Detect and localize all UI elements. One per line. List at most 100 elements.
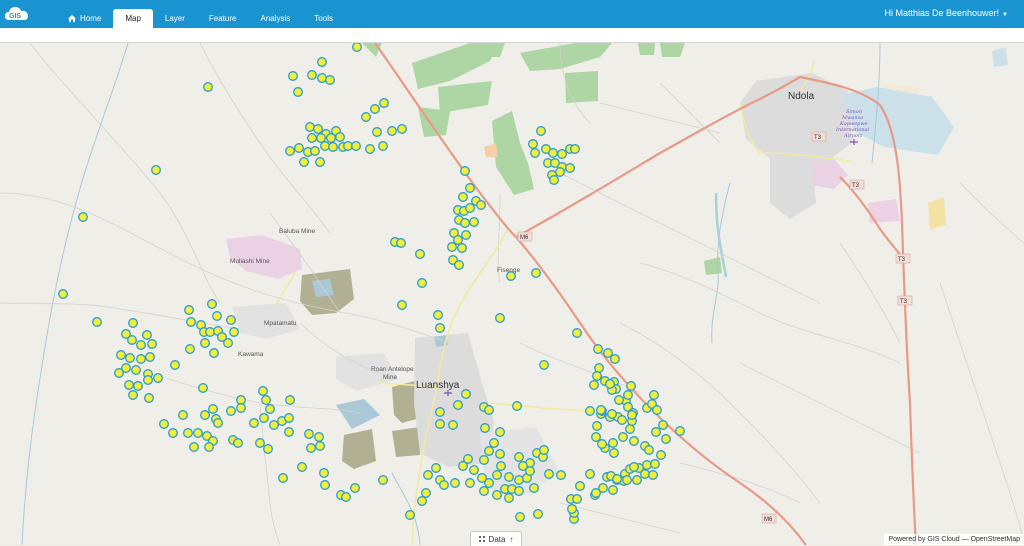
map-point-marker[interactable] bbox=[465, 203, 475, 213]
map-point-marker[interactable] bbox=[236, 403, 246, 413]
map-point-marker[interactable] bbox=[448, 420, 458, 430]
map-point-marker[interactable] bbox=[284, 427, 294, 437]
map-point-marker[interactable] bbox=[461, 230, 471, 240]
map-point-marker[interactable] bbox=[496, 461, 506, 471]
map-point-marker[interactable] bbox=[236, 395, 246, 405]
map-point-marker[interactable] bbox=[642, 460, 652, 470]
map-point-marker[interactable] bbox=[261, 395, 271, 405]
map-point-marker[interactable] bbox=[460, 166, 470, 176]
map-point-marker[interactable] bbox=[223, 338, 233, 348]
map-point-marker[interactable] bbox=[609, 448, 619, 458]
map-point-marker[interactable] bbox=[299, 157, 309, 167]
map-point-marker[interactable] bbox=[533, 509, 543, 519]
nav-map[interactable]: Map bbox=[113, 9, 153, 28]
map-point-marker[interactable] bbox=[514, 475, 524, 485]
map-point-marker[interactable] bbox=[361, 112, 371, 122]
map-point-marker[interactable] bbox=[469, 465, 479, 475]
map-point-marker[interactable] bbox=[610, 354, 620, 364]
map-point-marker[interactable] bbox=[640, 469, 650, 479]
map-point-marker[interactable] bbox=[417, 496, 427, 506]
map-point-marker[interactable] bbox=[278, 473, 288, 483]
map-point-marker[interactable] bbox=[78, 212, 88, 222]
map-point-marker[interactable] bbox=[591, 488, 601, 498]
map-point-marker[interactable] bbox=[316, 133, 326, 143]
map-point-marker[interactable] bbox=[506, 271, 516, 281]
map-point-marker[interactable] bbox=[629, 436, 639, 446]
map-point-marker[interactable] bbox=[592, 371, 602, 381]
map-point-marker[interactable] bbox=[131, 365, 141, 375]
map-point-marker[interactable] bbox=[439, 480, 449, 490]
map-point-marker[interactable] bbox=[585, 406, 595, 416]
map-point-marker[interactable] bbox=[124, 380, 134, 390]
map-point-marker[interactable] bbox=[313, 124, 323, 134]
map-point-marker[interactable] bbox=[200, 338, 210, 348]
map-point-marker[interactable] bbox=[212, 311, 222, 321]
map-point-marker[interactable] bbox=[589, 380, 599, 390]
map-point-marker[interactable] bbox=[572, 494, 582, 504]
map-point-marker[interactable] bbox=[307, 133, 317, 143]
map-point-marker[interactable] bbox=[465, 183, 475, 193]
map-point-marker[interactable] bbox=[209, 348, 219, 358]
map-point-marker[interactable] bbox=[415, 249, 425, 259]
map-point-marker[interactable] bbox=[205, 327, 215, 337]
map-point-marker[interactable] bbox=[591, 432, 601, 442]
map-point-marker[interactable] bbox=[652, 405, 662, 415]
map-point-marker[interactable] bbox=[294, 143, 304, 153]
map-point-marker[interactable] bbox=[378, 475, 388, 485]
map-point-marker[interactable] bbox=[525, 466, 535, 476]
map-point-marker[interactable] bbox=[618, 432, 628, 442]
map-point-marker[interactable] bbox=[531, 268, 541, 278]
map-point-marker[interactable] bbox=[484, 405, 494, 415]
data-panel-tab[interactable]: Data ↑ bbox=[470, 531, 522, 546]
map-point-marker[interactable] bbox=[328, 142, 338, 152]
map-point-marker[interactable] bbox=[495, 427, 505, 437]
map-point-marker[interactable] bbox=[479, 455, 489, 465]
map-point-marker[interactable] bbox=[629, 462, 639, 472]
map-point-marker[interactable] bbox=[183, 428, 193, 438]
map-point-marker[interactable] bbox=[632, 475, 642, 485]
map-point-marker[interactable] bbox=[431, 463, 441, 473]
gis-cloud-logo[interactable]: GIS bbox=[4, 3, 30, 25]
map-point-marker[interactable] bbox=[186, 317, 196, 327]
map-point-marker[interactable] bbox=[304, 429, 314, 439]
map-point-marker[interactable] bbox=[458, 192, 468, 202]
map-point-marker[interactable] bbox=[435, 407, 445, 417]
map-point-marker[interactable] bbox=[233, 438, 243, 448]
map-point-marker[interactable] bbox=[310, 146, 320, 156]
map-point-marker[interactable] bbox=[92, 317, 102, 327]
map-point-marker[interactable] bbox=[396, 238, 406, 248]
map-point-marker[interactable] bbox=[650, 459, 660, 469]
map-point-marker[interactable] bbox=[594, 363, 604, 373]
map-point-marker[interactable] bbox=[136, 354, 146, 364]
map-point-marker[interactable] bbox=[184, 305, 194, 315]
map-point-marker[interactable] bbox=[193, 428, 203, 438]
map-point-marker[interactable] bbox=[317, 57, 327, 67]
map-point-marker[interactable] bbox=[365, 144, 375, 154]
map-point-marker[interactable] bbox=[259, 413, 269, 423]
map-point-marker[interactable] bbox=[658, 420, 668, 430]
map-point-marker[interactable] bbox=[514, 486, 524, 496]
map-point-marker[interactable] bbox=[203, 82, 213, 92]
nav-layer[interactable]: Layer bbox=[153, 9, 197, 28]
map-point-marker[interactable] bbox=[352, 43, 362, 52]
map-point-marker[interactable] bbox=[319, 468, 329, 478]
map-point-marker[interactable] bbox=[307, 70, 317, 80]
map-point-marker[interactable] bbox=[114, 368, 124, 378]
map-point-marker[interactable] bbox=[484, 446, 494, 456]
map-point-marker[interactable] bbox=[285, 146, 295, 156]
map-point-marker[interactable] bbox=[585, 469, 595, 479]
map-point-marker[interactable] bbox=[465, 478, 475, 488]
map-point-marker[interactable] bbox=[326, 133, 336, 143]
map-point-marker[interactable] bbox=[504, 493, 514, 503]
map-point-marker[interactable] bbox=[421, 488, 431, 498]
map-point-marker[interactable] bbox=[565, 163, 575, 173]
map-point-marker[interactable] bbox=[453, 235, 463, 245]
map-point-marker[interactable] bbox=[325, 75, 335, 85]
map-point-marker[interactable] bbox=[514, 452, 524, 462]
map-point-marker[interactable] bbox=[335, 132, 345, 142]
map-point-marker[interactable] bbox=[229, 327, 239, 337]
map-point-marker[interactable] bbox=[305, 122, 315, 132]
map-point-marker[interactable] bbox=[575, 481, 585, 491]
map-point-marker[interactable] bbox=[226, 315, 236, 325]
map-point-marker[interactable] bbox=[623, 390, 633, 400]
